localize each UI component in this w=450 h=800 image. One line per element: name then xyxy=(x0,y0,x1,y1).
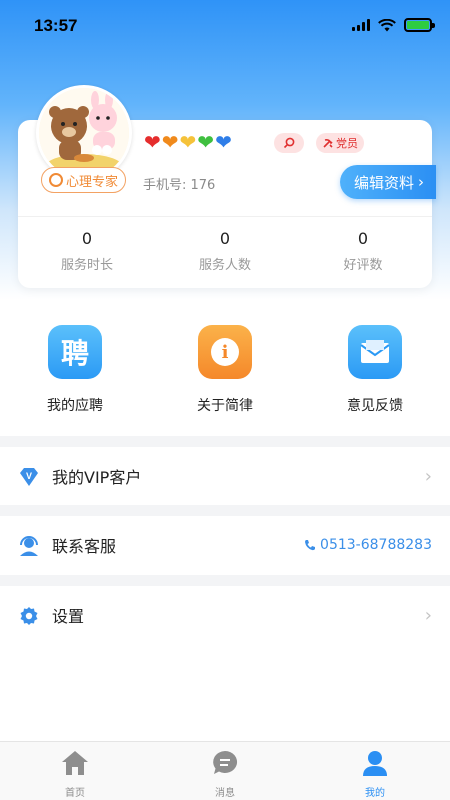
search-icon xyxy=(283,137,295,149)
search-badge[interactable] xyxy=(274,133,304,153)
signal-icon xyxy=(352,19,370,31)
menu-item-vip-clients[interactable]: V 我的VIP客户 › xyxy=(0,447,450,505)
bottom-tab-bar: 首页 消息 我的 xyxy=(0,741,450,800)
stat-value: 0 xyxy=(357,229,369,248)
mail-icon xyxy=(348,325,402,379)
stat-label: 服务人数 xyxy=(198,258,251,273)
recruit-icon: 聘 xyxy=(48,325,102,379)
quick-action-label: 意见反馈 xyxy=(347,398,403,414)
gear-icon xyxy=(18,605,40,627)
tab-label: 消息 xyxy=(215,788,235,799)
wifi-icon xyxy=(378,18,396,31)
medal-icon xyxy=(48,173,63,187)
stat-value: 0 xyxy=(219,229,231,248)
stat-label: 好评数 xyxy=(343,258,383,273)
quick-action-my-applications[interactable]: 聘 我的应聘 xyxy=(15,325,135,415)
menu-item-label: 设置 xyxy=(52,607,85,626)
quick-action-label: 关于简律 xyxy=(197,398,253,414)
stat-service-hours: 0 服务时长 xyxy=(27,228,147,273)
tab-messages[interactable]: 消息 xyxy=(185,748,265,799)
status-bar: 13:57 xyxy=(0,0,450,52)
tab-label: 我的 xyxy=(365,788,385,799)
info-icon: i xyxy=(198,325,252,379)
menu-item-label: 我的VIP客户 xyxy=(52,468,142,487)
quick-action-label: 我的应聘 xyxy=(47,398,103,414)
chevron-right-icon: › xyxy=(424,465,432,487)
quick-action-feedback[interactable]: 意见反馈 xyxy=(315,325,435,415)
heart-icon: ❤ xyxy=(215,130,232,154)
stat-good-reviews: 0 好评数 xyxy=(303,228,423,273)
section-separator xyxy=(0,505,450,516)
party-member-badge: 党员 xyxy=(316,133,364,153)
section-separator xyxy=(0,575,450,586)
heart-icon: ❤ xyxy=(161,130,179,154)
user-icon xyxy=(360,748,390,778)
home-icon xyxy=(60,748,90,778)
status-icons xyxy=(352,18,435,32)
section-separator xyxy=(0,436,450,447)
message-icon xyxy=(210,748,240,778)
phone-number-label: 手机号: 176 xyxy=(143,178,216,193)
tab-mine[interactable]: 我的 xyxy=(335,748,415,799)
psychology-expert-badge: 心理专家 xyxy=(41,167,126,193)
tab-home[interactable]: 首页 xyxy=(35,748,115,799)
quick-actions: 聘 我的应聘 i 关于简律 意见反馈 xyxy=(0,325,450,415)
chevron-right-icon: › xyxy=(418,173,425,191)
avatar-illustration xyxy=(39,88,129,178)
menu-item-customer-service[interactable]: 联系客服 0513-68788283 xyxy=(0,516,450,574)
svg-text:V: V xyxy=(26,471,32,481)
heart-icon: ❤ xyxy=(197,130,215,154)
party-member-label: 党员 xyxy=(336,137,358,150)
customer-service-icon xyxy=(18,535,40,557)
chevron-right-icon: › xyxy=(424,604,432,626)
expert-badge-label: 心理专家 xyxy=(65,174,118,190)
battery-charging-icon xyxy=(404,18,435,32)
stat-service-count: 0 服务人数 xyxy=(165,228,285,273)
quick-action-about[interactable]: i 关于简律 xyxy=(165,325,285,415)
stat-value: 0 xyxy=(81,229,93,248)
phone-icon xyxy=(305,540,316,551)
status-time: 13:57 xyxy=(34,16,78,35)
heart-icon: ❤ xyxy=(179,130,197,154)
vip-diamond-icon: V xyxy=(18,466,40,488)
menu-item-settings[interactable]: 设置 › xyxy=(0,586,450,644)
stat-label: 服务时长 xyxy=(60,258,113,273)
divider xyxy=(18,216,432,217)
rating-hearts: ❤ ❤ ❤ ❤ ❤ xyxy=(144,131,232,153)
tab-label: 首页 xyxy=(65,788,85,799)
service-phone-link[interactable]: 0513-68788283 xyxy=(304,537,432,553)
party-emblem-icon xyxy=(323,139,333,148)
edit-profile-button[interactable]: 编辑资料 › xyxy=(340,165,436,199)
edit-profile-label: 编辑资料 xyxy=(354,173,415,192)
menu-item-label: 联系客服 xyxy=(52,537,117,556)
service-phone-number: 0513-68788283 xyxy=(320,537,432,553)
heart-icon: ❤ xyxy=(144,130,161,154)
